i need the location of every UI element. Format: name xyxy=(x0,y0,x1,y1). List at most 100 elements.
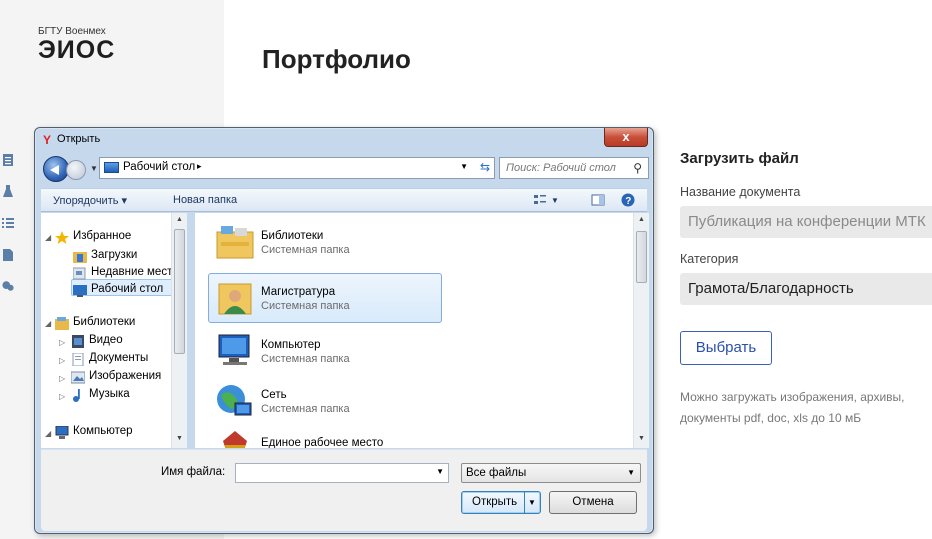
page-title: Портфолио xyxy=(262,44,411,74)
open-button-label: Открыть xyxy=(472,496,518,508)
tree-item-pictures[interactable]: Изображения xyxy=(89,370,161,382)
computer-icon xyxy=(218,334,250,365)
file-scroll-thumb[interactable] xyxy=(636,231,647,283)
tree-item-music[interactable]: Музыка xyxy=(89,388,130,400)
documents-icon xyxy=(72,353,84,366)
browser-logo-icon: Y xyxy=(43,133,51,145)
list-icon[interactable] xyxy=(2,216,14,230)
preview-pane-icon[interactable] xyxy=(591,193,605,207)
choose-file-button[interactable]: Выбрать xyxy=(680,331,772,365)
search-input[interactable]: Поиск: Рабочий стол ⚲ xyxy=(499,157,649,179)
brand-logo[interactable]: БГТУ Военмех ЭИОС xyxy=(38,26,116,64)
file-name: Сеть xyxy=(261,389,287,401)
file-open-dialog: Y Открыть x ▼ Рабочий стол ▸ ▼ ⇆ Поиск: … xyxy=(34,127,654,534)
file-item-libraries[interactable]: Библиотеки Системная папка xyxy=(209,218,443,268)
search-icon[interactable]: ⚲ xyxy=(633,161,642,175)
forward-button[interactable] xyxy=(66,160,86,180)
tree-item-documents[interactable]: Документы xyxy=(89,352,148,364)
tree-item-desktop[interactable]: Рабочий стол xyxy=(91,283,163,295)
flask-icon[interactable] xyxy=(2,184,14,198)
expand-pictures-icon[interactable]: ▷ xyxy=(59,374,65,383)
breadcrumb-arrow-icon[interactable]: ▸ xyxy=(197,161,202,172)
open-button[interactable]: Открыть ▼ xyxy=(461,491,541,514)
document-icon[interactable] xyxy=(2,153,14,167)
filter-value: Все файлы xyxy=(466,467,527,479)
upload-hint: Можно загружать изображения, архивы, док… xyxy=(680,390,905,425)
libraries-icon xyxy=(55,317,69,330)
organize-button[interactable]: Упорядочить ▾ xyxy=(53,194,127,207)
file-item-network[interactable]: Сеть Системная папка xyxy=(209,377,443,427)
music-icon xyxy=(73,389,80,402)
file-item-magistratura[interactable]: Магистратура Системная папка xyxy=(208,273,442,323)
address-text: Рабочий стол xyxy=(123,161,196,173)
nav-scroll-thumb[interactable] xyxy=(174,229,185,354)
dialog-toolbar: Упорядочить ▾ Новая папка ▼ ? xyxy=(41,188,647,212)
scroll-down-icon[interactable]: ▼ xyxy=(176,435,183,442)
expand-video-icon[interactable]: ▷ xyxy=(59,338,65,347)
search-placeholder: Поиск: Рабочий стол xyxy=(506,162,616,174)
tree-item-libraries[interactable]: Библиотеки xyxy=(73,316,135,328)
file-type: Системная папка xyxy=(261,353,350,365)
file-type-filter[interactable]: Все файлы ▼ xyxy=(461,463,641,483)
file-name: Единое рабочее место xyxy=(261,437,384,448)
expand-documents-icon[interactable]: ▷ xyxy=(59,356,65,365)
application-icon xyxy=(223,431,247,448)
dialog-footer: Имя файла: ▼ Все файлы ▼ Открыть ▼ Отмен… xyxy=(41,449,647,531)
file-name: Компьютер xyxy=(261,339,321,351)
address-dropdown-icon[interactable]: ▼ xyxy=(460,162,468,171)
dialog-title: Открыть xyxy=(57,133,101,145)
scroll-down-icon[interactable]: ▼ xyxy=(638,435,645,442)
scroll-up-icon[interactable]: ▲ xyxy=(176,216,183,223)
tree-item-computer[interactable]: Компьютер xyxy=(73,425,133,437)
category-select[interactable]: Грамота/Благодарность xyxy=(680,273,932,305)
view-dropdown-icon[interactable]: ▼ xyxy=(551,196,559,205)
address-bar[interactable]: Рабочий стол ▸ ▼ ⇆ xyxy=(99,157,495,179)
file-icon[interactable] xyxy=(2,248,14,262)
chat-icon[interactable] xyxy=(2,279,14,293)
filename-label: Имя файла: xyxy=(161,466,226,478)
expand-music-icon[interactable]: ▷ xyxy=(59,392,65,401)
tree-item-video[interactable]: Видео xyxy=(89,334,123,346)
history-dropdown-icon[interactable]: ▼ xyxy=(90,164,98,173)
desktop-icon xyxy=(73,285,87,297)
star-icon xyxy=(55,231,69,244)
desktop-folder-icon xyxy=(104,162,119,173)
file-list-scrollbar[interactable]: ▲ ▼ xyxy=(633,213,649,448)
brand-title: ЭИОС xyxy=(38,36,116,64)
refresh-icon[interactable]: ⇆ xyxy=(480,160,490,174)
file-item-computer[interactable]: Компьютер Системная папка xyxy=(209,327,443,377)
tree-item-recent[interactable]: Недавние места xyxy=(91,266,179,278)
view-options-icon[interactable] xyxy=(533,193,547,207)
video-icon xyxy=(72,335,84,348)
expand-libraries-icon[interactable]: ◢ xyxy=(45,319,51,328)
scroll-up-icon[interactable]: ▲ xyxy=(638,216,645,223)
network-globe-icon xyxy=(217,385,252,416)
file-type: Системная папка xyxy=(261,244,350,256)
file-name: Магистратура xyxy=(261,286,336,298)
expand-favorites-icon[interactable]: ◢ xyxy=(45,233,51,242)
nav-scrollbar[interactable]: ▲ ▼ xyxy=(171,213,187,448)
tree-item-downloads[interactable]: Загрузки xyxy=(91,249,137,261)
pictures-icon xyxy=(71,371,85,384)
cancel-button[interactable]: Отмена xyxy=(549,491,637,514)
upload-panel: Загрузить файл Название документа Публик… xyxy=(680,150,932,425)
close-button[interactable]: x xyxy=(604,128,648,147)
doc-name-input[interactable]: Публикация на конференции МТК xyxy=(680,206,932,238)
libraries-folder-icon xyxy=(216,226,254,259)
file-item-workplace[interactable]: Единое рабочее место Я xyxy=(209,425,443,448)
filename-input[interactable]: ▼ xyxy=(235,463,449,483)
split-divider xyxy=(524,492,525,513)
computer-icon xyxy=(55,426,69,439)
recent-places-icon xyxy=(73,267,86,280)
user-folder-icon xyxy=(218,283,252,315)
open-options-dropdown-icon[interactable]: ▼ xyxy=(528,492,536,513)
new-folder-button[interactable]: Новая папка xyxy=(173,194,237,206)
filename-dropdown-icon[interactable]: ▼ xyxy=(436,467,444,476)
filter-dropdown-icon: ▼ xyxy=(627,468,635,477)
file-list: Библиотеки Системная папка Магистратура … xyxy=(195,213,635,448)
dialog-titlebar[interactable]: Y Открыть x xyxy=(35,128,653,150)
svg-text:Y: Y xyxy=(43,133,51,145)
help-icon[interactable]: ? xyxy=(621,193,635,207)
expand-computer-icon[interactable]: ◢ xyxy=(45,429,51,438)
tree-item-favorites[interactable]: Избранное xyxy=(73,230,131,242)
